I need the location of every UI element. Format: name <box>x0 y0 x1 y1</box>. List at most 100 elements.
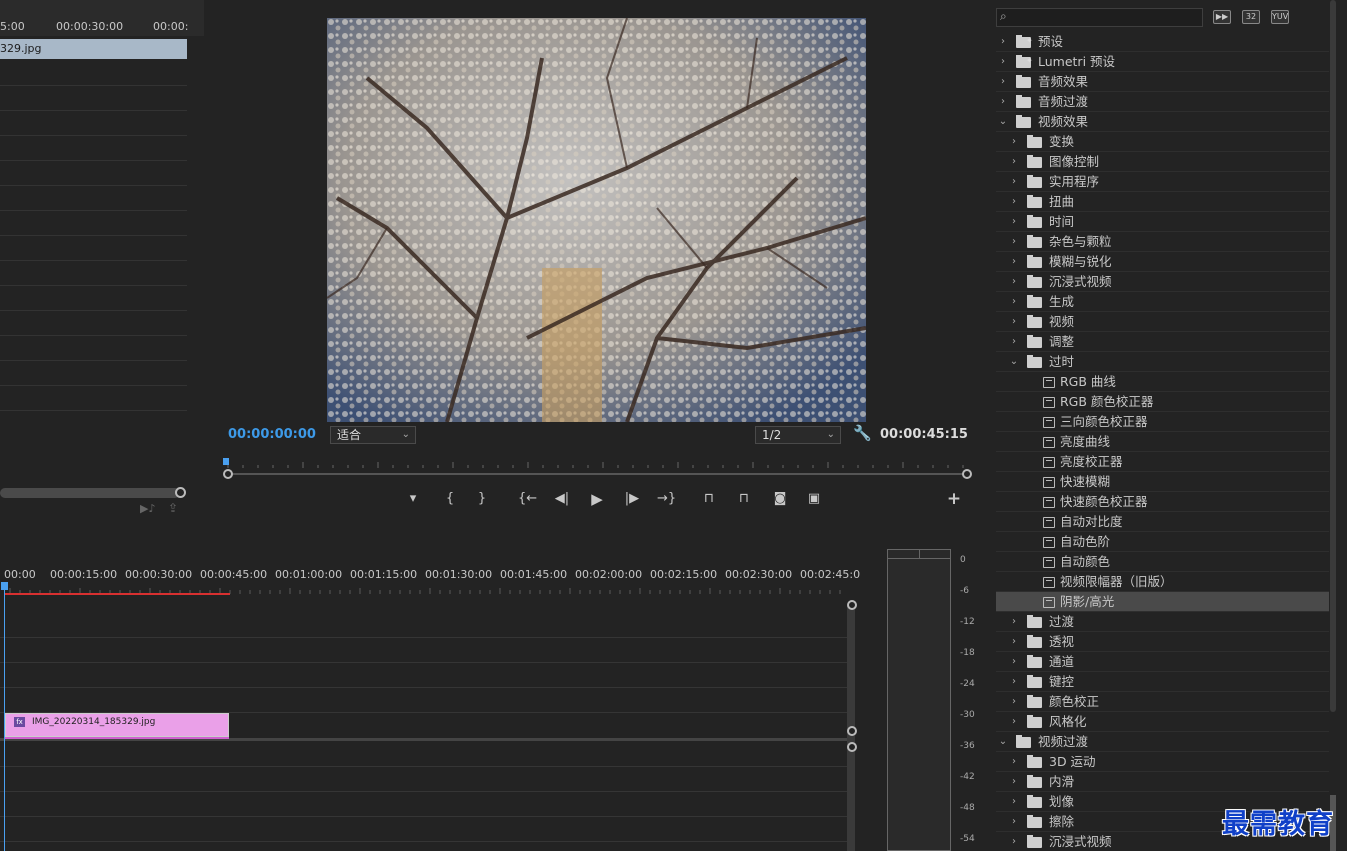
effects-search-input[interactable]: ⌕ <box>996 8 1203 27</box>
effect-item[interactable]: 快速颜色校正器 <box>996 492 1329 512</box>
effects-folder-item[interactable]: › 实用程序 <box>996 172 1329 192</box>
chevron-right-icon[interactable]: › <box>998 52 1008 72</box>
chevron-right-icon[interactable]: › <box>1009 672 1019 692</box>
playback-resolution-select[interactable]: 1/2 ⌄ <box>755 426 841 444</box>
effects-folder-item[interactable]: › 沉浸式视频 <box>996 272 1329 292</box>
yuv-effects-icon[interactable]: YUV <box>1271 10 1289 24</box>
effects-folder-item[interactable]: › 内滑 <box>996 772 1329 792</box>
effects-folder-item[interactable]: › 透视 <box>996 632 1329 652</box>
mark-in-button[interactable]: { <box>441 490 459 508</box>
chevron-right-icon[interactable]: › <box>1009 692 1019 712</box>
video-preview[interactable] <box>327 18 866 422</box>
effects-folder-item[interactable]: › 变换 <box>996 132 1329 152</box>
chevron-right-icon[interactable]: › <box>1009 712 1019 732</box>
source-horizontal-scrollbar[interactable] <box>0 488 180 498</box>
chevron-right-icon[interactable]: › <box>1009 152 1019 172</box>
playhead-line[interactable] <box>4 586 5 851</box>
work-area-bar[interactable] <box>4 593 230 595</box>
chevron-right-icon[interactable]: › <box>1009 332 1019 352</box>
chevron-right-icon[interactable]: › <box>1009 752 1019 772</box>
effects-folder-item[interactable]: › ✦ Lumetri 预设 <box>996 52 1329 72</box>
comparison-view-button[interactable]: ▣ <box>805 490 823 508</box>
source-time-ruler[interactable]: 5:00 00:00:30:00 00:00: <box>0 0 204 36</box>
chevron-right-icon[interactable]: › <box>1009 772 1019 792</box>
effects-folder-item[interactable]: › 图像控制 <box>996 152 1329 172</box>
timeline-clip[interactable]: fx IMG_20220314_185329.jpg <box>5 713 229 737</box>
effect-item[interactable]: RGB 颜色校正器 <box>996 392 1329 412</box>
effects-folder-item[interactable]: › 颜色校正 <box>996 692 1329 712</box>
wrench-icon[interactable]: 🔧 <box>853 424 872 442</box>
chevron-right-icon[interactable]: › <box>1009 132 1019 152</box>
scroll-top-handle[interactable] <box>847 600 857 610</box>
zoom-level-select[interactable]: 适合 ⌄ <box>330 426 416 444</box>
chevron-right-icon[interactable]: › <box>1009 212 1019 232</box>
go-to-out-button[interactable]: →} <box>657 490 676 508</box>
effects-folder-item[interactable]: › 风格化 <box>996 712 1329 732</box>
monitor-time-ruler[interactable] <box>223 458 968 468</box>
chevron-right-icon[interactable]: › <box>1009 252 1019 272</box>
extract-button[interactable]: ⊓ <box>735 490 753 508</box>
scroll-mid-handle[interactable] <box>847 726 857 736</box>
effect-item[interactable]: 亮度校正器 <box>996 452 1329 472</box>
source-clip[interactable]: 329.jpg <box>0 39 187 59</box>
chevron-right-icon[interactable]: › <box>1009 312 1019 332</box>
chevron-right-icon[interactable]: › <box>1009 232 1019 252</box>
add-button[interactable]: + <box>945 490 963 508</box>
effect-item[interactable]: 自动对比度 <box>996 512 1329 532</box>
scroll-handle[interactable] <box>175 487 186 498</box>
effect-item[interactable]: RGB 曲线 <box>996 372 1329 392</box>
export-icon[interactable]: ⇪ <box>168 501 178 515</box>
chevron-right-icon[interactable]: › <box>1009 292 1019 312</box>
effects-folder-item[interactable]: › 3D 运动 <box>996 752 1329 772</box>
chevron-down-icon[interactable]: ⌄ <box>998 732 1008 752</box>
audio-icon[interactable]: ▶♪ <box>140 502 155 515</box>
effects-folder-item[interactable]: › 调整 <box>996 332 1329 352</box>
effects-folder-item[interactable]: › 扭曲 <box>996 192 1329 212</box>
current-timecode[interactable]: 00:00:00:00 <box>228 427 316 442</box>
scrub-start-handle[interactable] <box>223 469 233 479</box>
effect-item[interactable]: 快速模糊 <box>996 472 1329 492</box>
chevron-right-icon[interactable]: › <box>998 92 1008 112</box>
effects-folder-item[interactable]: › 视频 <box>996 312 1329 332</box>
effects-folder-item[interactable]: › 生成 <box>996 292 1329 312</box>
chevron-right-icon[interactable]: › <box>1009 812 1019 832</box>
lift-button[interactable]: ⊓ <box>700 490 718 508</box>
chevron-right-icon[interactable]: › <box>1009 272 1019 292</box>
chevron-right-icon[interactable]: › <box>1009 192 1019 212</box>
effect-item[interactable]: 阴影/高光 <box>996 592 1329 612</box>
effects-folder-item[interactable]: › 模糊与锐化 <box>996 252 1329 272</box>
effects-folder-item[interactable]: ⌄ 过时 <box>996 352 1329 372</box>
mark-out-button[interactable]: } <box>473 490 491 508</box>
effects-folder-item[interactable]: › 键控 <box>996 672 1329 692</box>
chevron-down-icon[interactable]: ⌄ <box>998 112 1008 132</box>
step-forward-button[interactable]: |▶ <box>623 490 641 508</box>
effects-folder-item[interactable]: › 音频过渡 <box>996 92 1329 112</box>
accelerated-effects-icon[interactable]: ▶▶ <box>1213 10 1231 24</box>
chevron-right-icon[interactable]: › <box>1009 652 1019 672</box>
effect-item[interactable]: 三向颜色校正器 <box>996 412 1329 432</box>
chevron-right-icon[interactable]: › <box>1009 612 1019 632</box>
effects-folder-item[interactable]: ⌄ 视频效果 <box>996 112 1329 132</box>
effects-folder-item[interactable]: › 时间 <box>996 212 1329 232</box>
chevron-right-icon[interactable]: › <box>998 32 1008 52</box>
chevron-right-icon[interactable]: › <box>1009 172 1019 192</box>
effects-folder-item[interactable]: › 通道 <box>996 652 1329 672</box>
effects-vertical-scrollbar[interactable] <box>1330 0 1336 712</box>
effects-folder-item[interactable]: › 杂色与颗粒 <box>996 232 1329 252</box>
scrub-end-handle[interactable] <box>962 469 972 479</box>
effect-item[interactable]: 自动色阶 <box>996 532 1329 552</box>
chevron-right-icon[interactable]: › <box>1009 632 1019 652</box>
effects-folder-item[interactable]: ⌄ 视频过渡 <box>996 732 1329 752</box>
scroll-mid-handle-2[interactable] <box>847 742 857 752</box>
export-frame-button[interactable]: ◙ <box>771 490 789 508</box>
chevron-right-icon[interactable]: › <box>1009 832 1019 851</box>
chevron-down-icon[interactable]: ⌄ <box>1009 352 1019 372</box>
32-bit-color-icon[interactable]: 32 <box>1242 10 1260 24</box>
go-to-in-button[interactable]: {← <box>518 490 537 508</box>
chevron-right-icon[interactable]: › <box>998 72 1008 92</box>
effect-item[interactable]: 自动颜色 <box>996 552 1329 572</box>
effects-folder-item[interactable]: › ✦ 预设 <box>996 32 1329 52</box>
effects-folder-item[interactable]: › 过渡 <box>996 612 1329 632</box>
chevron-right-icon[interactable]: › <box>1009 792 1019 812</box>
monitor-scrub-track[interactable] <box>228 473 968 475</box>
